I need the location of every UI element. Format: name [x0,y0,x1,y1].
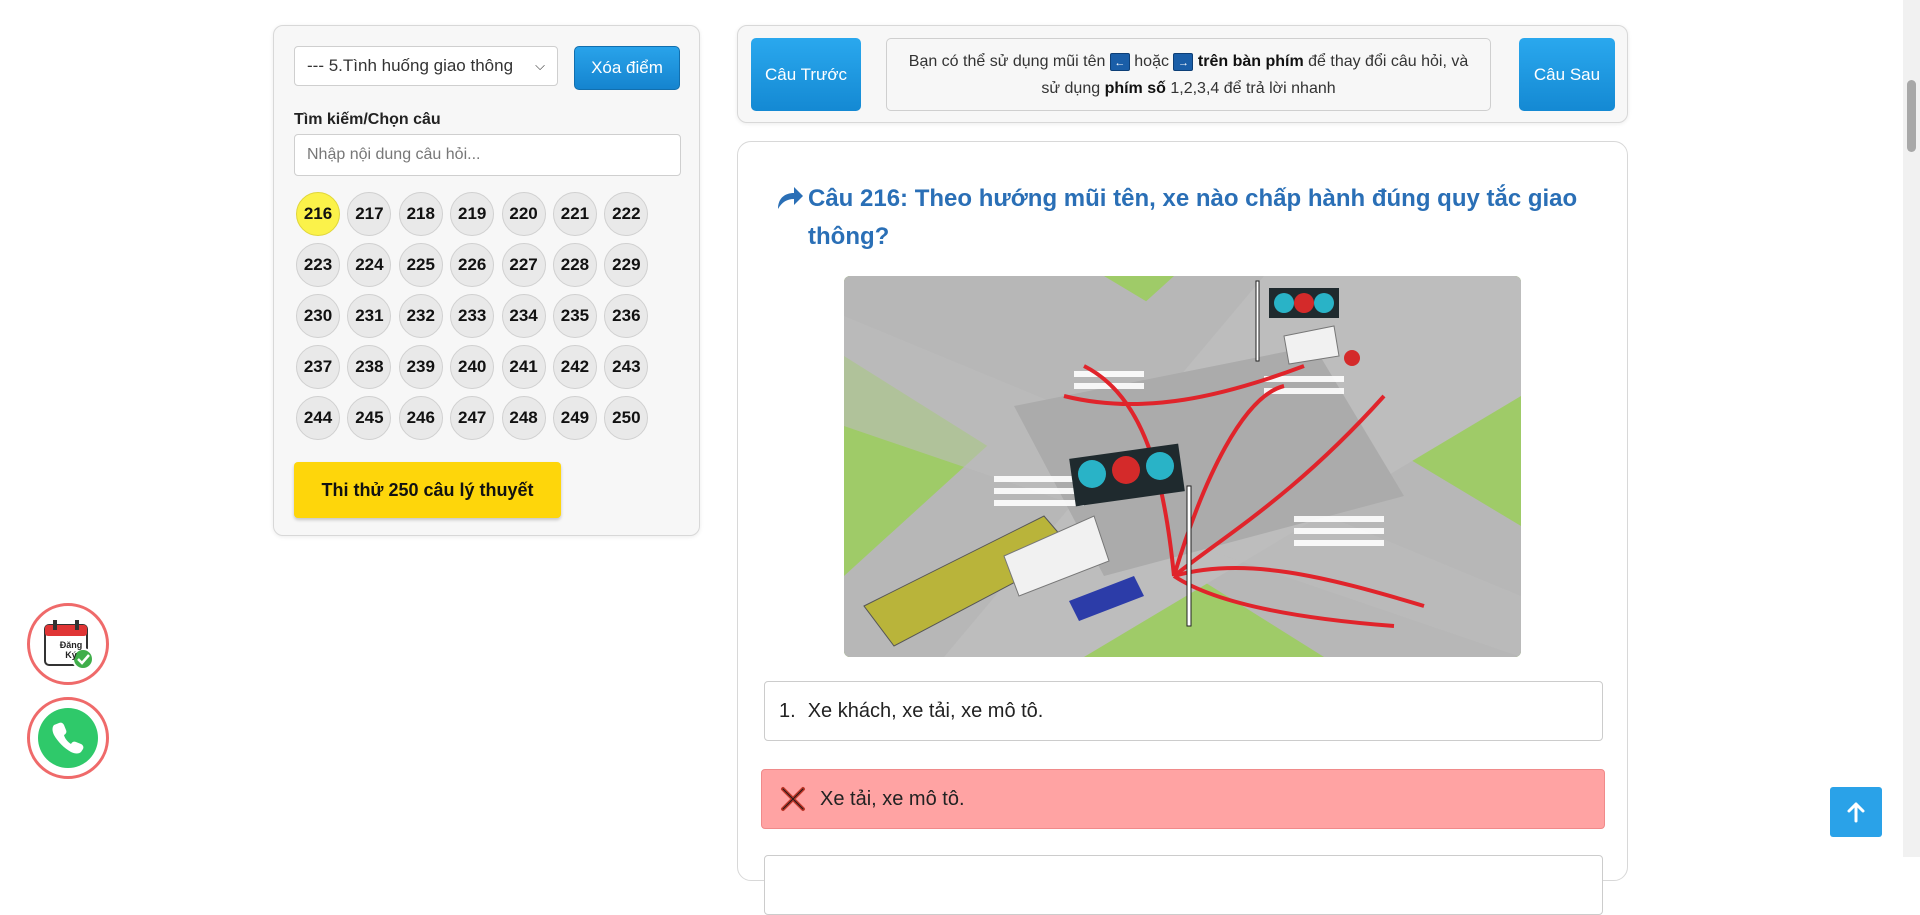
answer-text: Xe tải, xe mô tô. [820,787,965,810]
category-select-value: --- 5.Tình huống giao thông [307,56,514,75]
question-number-232[interactable]: 232 [398,294,443,338]
clear-score-button[interactable]: Xóa điểm [574,46,680,90]
left-arrow-key-icon: ← [1109,52,1130,71]
right-arrow-key-icon: → [1173,52,1194,71]
scroll-to-top-button[interactable] [1830,787,1882,837]
prev-question-button[interactable]: Câu Trước [751,38,861,111]
question-number-227[interactable]: 227 [501,243,546,287]
answer-text: Xe khách, xe tải, xe mô tô. [807,699,1044,722]
question-number-238[interactable]: 238 [347,345,392,389]
question-number-248[interactable]: 248 [501,396,546,440]
hint-bold-text: phím số [1104,80,1166,97]
hint-bold-text: trên bàn phím [1197,53,1304,70]
question-nav-panel: Câu Trước Bạn có thể sử dụng mũi tên ← h… [737,25,1628,123]
question-number-221[interactable]: 221 [552,192,597,236]
question-number-223[interactable]: 223 [296,243,340,287]
question-number-235[interactable]: 235 [552,294,597,338]
search-input[interactable]: Nhập nội dung câu hỏi... [294,134,681,176]
chevron-down-icon: ⌵ [535,58,545,73]
question-number-249[interactable]: 249 [552,396,597,440]
hint-text: hoặc [1134,53,1169,70]
question-number-233[interactable]: 233 [450,294,495,338]
hint-text: sử dụng [1041,80,1101,97]
answer-option-3[interactable] [764,855,1603,915]
question-number-242[interactable]: 242 [552,345,597,389]
question-number-246[interactable]: 246 [398,396,443,440]
page-scrollbar[interactable] [1903,0,1920,857]
question-number-grid: 216 217 218 219 220 221 222 223 224 225 226 227 228 2… [296,192,676,440]
search-label: Tìm kiếm/Chọn câu [294,111,441,128]
question-number-244[interactable]: 244 [296,396,340,440]
question-number-216[interactable]: 216 [296,192,340,236]
question-selector-panel: --- 5.Tình huống giao thông ⌵ Xóa điểm T… [273,25,700,536]
question-number-240[interactable]: 240 [450,345,495,389]
question-number-250[interactable]: 250 [604,396,649,440]
question-number-229[interactable]: 229 [604,243,649,287]
scrollbar-thumb[interactable] [1907,80,1916,152]
question-number-220[interactable]: 220 [501,192,546,236]
answer-index: 1. [779,699,796,722]
question-number-231[interactable]: 231 [347,294,392,338]
question-number-230[interactable]: 230 [296,294,340,338]
question-number-222[interactable]: 222 [604,192,649,236]
register-label-line1: Đăng [59,640,83,650]
hint-text: 1,2,3,4 để trả lời nhanh [1170,80,1336,97]
question-number-224[interactable]: 224 [347,243,392,287]
answer-option-2-wrong[interactable]: Xe tải, xe mô tô. [761,769,1605,829]
question-number-217[interactable]: 217 [347,192,392,236]
question-number-234[interactable]: 234 [501,294,546,338]
question-image [844,276,1521,657]
question-number-247[interactable]: 247 [450,396,495,440]
arrow-up-icon [1847,802,1865,823]
question-number-237[interactable]: 237 [296,345,340,389]
wrong-x-icon [781,787,805,811]
register-button[interactable]: Đăng Ký [27,603,109,685]
hint-text: Bạn có thể sử dụng mũi tên [908,53,1106,70]
question-number-219[interactable]: 219 [450,192,495,236]
question-number-226[interactable]: 226 [450,243,495,287]
mock-exam-button[interactable]: Thi thử 250 câu lý thuyết [294,462,561,518]
question-number-243[interactable]: 243 [604,345,649,389]
question-number-218[interactable]: 218 [398,192,443,236]
question-number-245[interactable]: 245 [347,396,392,440]
register-label-line2: Ký [65,650,77,660]
keyboard-hint: Bạn có thể sử dụng mũi tên ← hoặc → trên… [886,38,1491,111]
hint-text: để thay đổi câu hỏi, và [1308,53,1469,70]
answer-option-1[interactable]: 1. Xe khách, xe tải, xe mô tô. [764,681,1603,741]
search-placeholder: Nhập nội dung câu hỏi... [307,146,481,163]
phone-icon [38,708,98,768]
call-button[interactable] [27,697,109,779]
question-number-239[interactable]: 239 [398,345,443,389]
intersection-illustration [844,276,1521,657]
category-select[interactable]: --- 5.Tình huống giao thông ⌵ [294,46,558,86]
question-number-228[interactable]: 228 [552,243,597,287]
next-question-button[interactable]: Câu Sau [1519,38,1615,111]
question-number-225[interactable]: 225 [398,243,443,287]
question-title: Câu 216: Theo hướng mũi tên, xe nào chấp… [808,185,1578,250]
register-label: Đăng Ký [54,640,88,660]
question-number-241[interactable]: 241 [501,345,546,389]
question-number-236[interactable]: 236 [604,294,649,338]
share-arrow-icon [778,187,803,209]
question-card: Câu 216: Theo hướng mũi tên, xe nào chấp… [737,141,1628,915]
